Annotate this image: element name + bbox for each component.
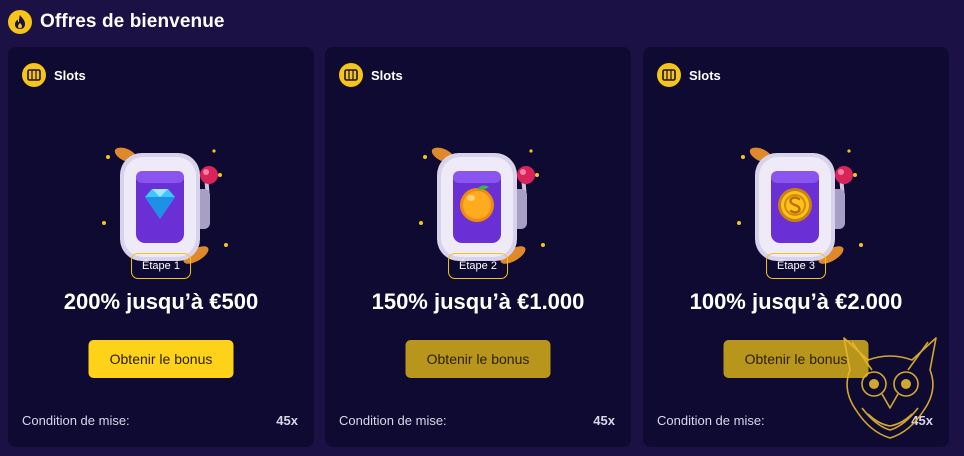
wager-row: Condition de mise: 45x — [339, 413, 615, 428]
get-bonus-button[interactable]: Obtenir le bonus — [88, 340, 234, 378]
offer-amount: 100% jusqu’à €2.000 — [689, 289, 903, 314]
category-label: Slots — [54, 67, 86, 83]
offer-amount: 150% jusqu’à €1.000 — [371, 289, 585, 314]
wager-label: Condition de mise: — [339, 413, 447, 428]
wager-row: Condition de mise: 45x — [22, 413, 298, 428]
category-tag: Slots — [339, 63, 403, 87]
wager-value: 45x — [276, 413, 298, 428]
category-tag: Slots — [22, 63, 86, 87]
section-title: Offres de bienvenue — [40, 11, 225, 32]
section-header: Offres de bienvenue — [8, 8, 225, 36]
owl-logo-watermark — [843, 337, 937, 439]
welcome-offers-page: Offres de bienvenue Slots Étape 1 200% j… — [0, 0, 964, 456]
slot-machine-illustration — [419, 147, 545, 264]
category-tag: Slots — [657, 63, 721, 87]
step-badge: Étape 2 — [448, 253, 508, 279]
slot-machine-icon — [22, 63, 46, 87]
fire-icon — [8, 10, 32, 34]
category-label: Slots — [371, 67, 403, 83]
slot-machine-illustration — [102, 147, 228, 264]
step-badge: Étape 3 — [766, 253, 826, 279]
slot-machine-icon — [339, 63, 363, 87]
category-label: Slots — [689, 67, 721, 83]
offer-card-2: Slots Étape 2 150% jusqu’à €1.000 Obteni… — [325, 47, 631, 447]
step-badge: Étape 1 — [131, 253, 191, 279]
wager-label: Condition de mise: — [22, 413, 130, 428]
wager-value: 45x — [593, 413, 615, 428]
slot-machine-illustration — [737, 147, 863, 264]
get-bonus-button[interactable]: Obtenir le bonus — [405, 340, 551, 378]
offer-amount: 200% jusqu’à €500 — [63, 289, 259, 314]
wager-label: Condition de mise: — [657, 413, 765, 428]
slot-machine-icon — [657, 63, 681, 87]
offer-card-1: Slots Étape 1 200% jusqu’à €500 Obtenir … — [8, 47, 314, 447]
